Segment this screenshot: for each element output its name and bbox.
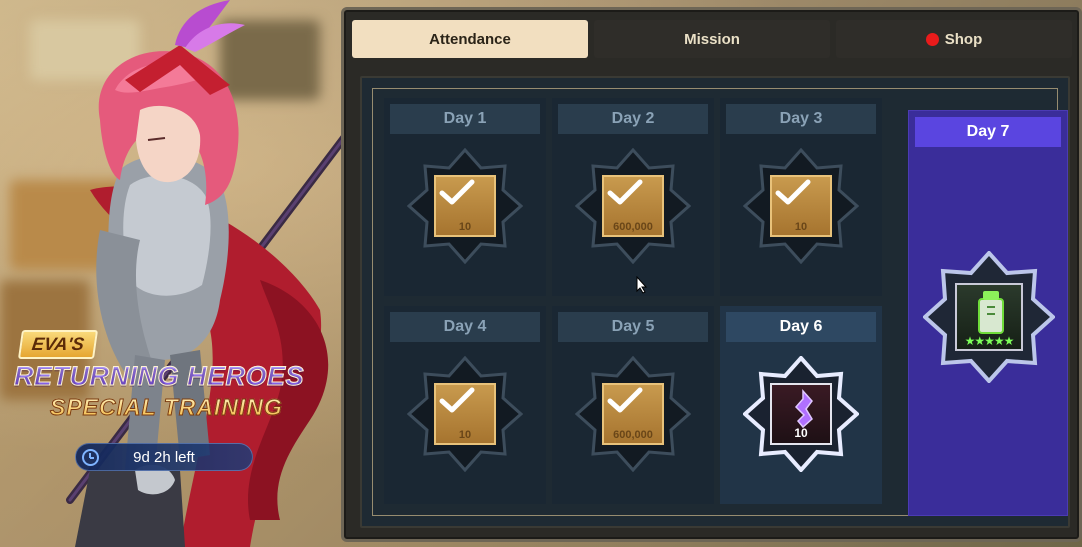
reward-item: 600,000 [602, 175, 664, 237]
attendance-board: Day 1 10 Day 2 600,000 Day 3 10 Day 4 10… [360, 76, 1070, 528]
check-icon [439, 179, 475, 205]
reward-badge: ★★★★★ [922, 250, 1056, 384]
reward-quantity: 10 [794, 426, 808, 440]
day-card-4[interactable]: Day 4 10 [384, 306, 546, 504]
reward-item: 10 [770, 175, 832, 237]
notification-dot-icon [925, 32, 939, 46]
reward-item: 10 [434, 175, 496, 237]
event-panel: Attendance Mission Shop Day 1 10 Day 2 6… [341, 7, 1082, 542]
tab-label: Shop [944, 30, 983, 48]
day-label: Day 6 [726, 312, 876, 342]
reward-item: 600,000 [602, 383, 664, 445]
day-card-2[interactable]: Day 2 600,000 [552, 98, 714, 296]
tab-shop[interactable]: Shop [836, 20, 1072, 58]
event-timer: 9d 2h left [75, 443, 253, 471]
tab-label: Mission [684, 30, 740, 48]
reward-quantity: 10 [794, 221, 808, 233]
day-card-3[interactable]: Day 3 10 [720, 98, 882, 296]
tab-mission[interactable]: Mission [594, 20, 830, 58]
time-left-text: 9d 2h left [133, 448, 195, 466]
event-title-line1: RETURNING HEROES [14, 361, 314, 392]
check-icon [439, 387, 475, 413]
reward-badge: 10 [743, 148, 859, 264]
reward-badge: 10 [407, 148, 523, 264]
day-label: Day 7 [915, 117, 1061, 147]
day-label: Day 2 [558, 104, 708, 134]
mouse-cursor-icon [636, 276, 648, 294]
clock-icon [82, 449, 99, 466]
day-label: Day 5 [558, 312, 708, 342]
day-card-5[interactable]: Day 5 600,000 [552, 306, 714, 504]
reward-item: 10 [770, 383, 832, 445]
event-title: EVA'S RETURNING HEROES SPECIAL TRAINING [14, 330, 314, 421]
day-card-1[interactable]: Day 1 10 [384, 98, 546, 296]
reward-item: ★★★★★ [955, 283, 1023, 351]
event-title-line2: SPECIAL TRAINING [50, 394, 314, 421]
reward-quantity: 600,000 [613, 221, 653, 233]
check-icon [607, 179, 643, 205]
attendance-grid: Day 1 10 Day 2 600,000 Day 3 10 Day 4 10… [384, 98, 884, 508]
reward-badge: 10 [743, 356, 859, 472]
day-card-6[interactable]: Day 6 10 [720, 306, 882, 504]
reward-item: 10 [434, 383, 496, 445]
rating-stars-icon: ★★★★★ [964, 334, 1015, 348]
day-label: Day 3 [726, 104, 876, 134]
check-icon [607, 387, 643, 413]
day-card-7[interactable]: Day 7 ★★★★★ [908, 110, 1068, 516]
day-label: Day 1 [390, 104, 540, 134]
reward-quantity: 10 [458, 429, 472, 441]
day-label: Day 4 [390, 312, 540, 342]
event-owner-tag: EVA'S [17, 330, 99, 359]
reward-badge: 600,000 [575, 148, 691, 264]
check-icon [775, 179, 811, 205]
tab-bar: Attendance Mission Shop [352, 20, 1072, 60]
reward-quantity: 10 [458, 221, 472, 233]
tab-label: Attendance [429, 30, 511, 48]
reward-badge: 600,000 [575, 356, 691, 472]
reward-badge: 10 [407, 356, 523, 472]
reward-quantity: 600,000 [613, 429, 653, 441]
tab-attendance[interactable]: Attendance [352, 20, 588, 58]
